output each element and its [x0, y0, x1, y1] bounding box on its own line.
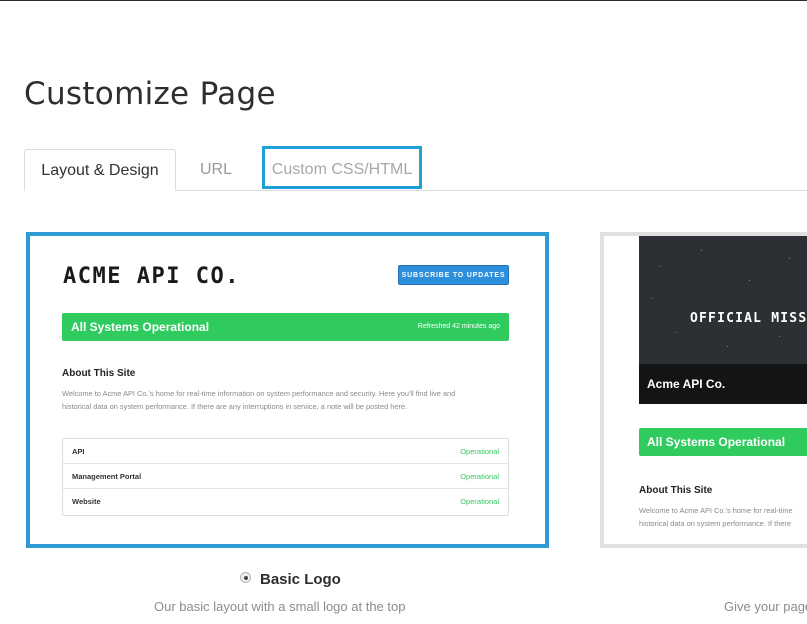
preview-about-text: Welcome to Acme API Co.'s home for real-… [639, 504, 807, 530]
tab-custom-css-html[interactable]: Custom CSS/HTML [262, 146, 422, 189]
preview-hero-band: Acme API Co. [639, 364, 807, 404]
preview-about-line: historical data on system performance. I… [639, 519, 791, 528]
preview-status-bar: All Systems Operational [639, 428, 807, 456]
preview-refreshed-text: Refreshed 42 minutes ago [417, 323, 500, 330]
preview-subscribe-button: SUBSCRIBE TO UPDATES [398, 265, 509, 285]
component-status: Operational [460, 472, 499, 481]
window-top-border [0, 0, 807, 1]
component-status: Operational [460, 497, 499, 506]
preview-hero-title: OFFICIAL MISSION [690, 311, 807, 326]
tab-layout-design[interactable]: Layout & Design [24, 149, 176, 191]
preview-component-list: API Operational Management Portal Operat… [62, 438, 509, 516]
preview-about-line: historical data on system performance. I… [62, 402, 408, 411]
preview-about-text: Welcome to Acme API Co.'s home for real-… [62, 387, 512, 413]
preview-status-bar: All Systems Operational Refreshed 42 min… [62, 313, 509, 341]
template-preview-basic-logo[interactable]: ACME API CO. SUBSCRIBE TO UPDATES All Sy… [26, 232, 549, 548]
preview-about-line: Welcome to Acme API Co.'s home for real-… [62, 389, 456, 398]
preview-component-row: Management Portal Operational [63, 464, 508, 489]
preview-company-name: Acme API Co. [647, 377, 726, 391]
preview-about-title: About This Site [639, 485, 713, 496]
preview-status-text: All Systems Operational [71, 320, 210, 334]
template-preview-hero[interactable]: OFFICIAL MISSION Acme API Co. All System… [600, 232, 807, 548]
component-name: Website [72, 497, 101, 506]
component-status: Operational [460, 447, 499, 456]
component-name: Management Portal [72, 472, 142, 481]
template-description-basic-logo: Our basic layout with a small logo at th… [154, 599, 406, 614]
preview-about-title: About This Site [62, 368, 136, 379]
page-title: Customize Page [24, 76, 276, 112]
component-name: API [72, 447, 85, 456]
preview-component-row: API Operational [63, 439, 508, 464]
preview-component-row: Website Operational [63, 489, 508, 514]
basic-logo-radio[interactable] [240, 572, 251, 583]
tab-url[interactable]: URL [186, 149, 246, 190]
template-description-hero: Give your page [724, 599, 807, 614]
preview-hero-image: OFFICIAL MISSION Acme API Co. [639, 236, 807, 404]
template-label-basic-logo[interactable]: Basic Logo [260, 571, 341, 588]
preview-logo: ACME API CO. [63, 264, 240, 289]
preview-status-text: All Systems Operational [647, 435, 786, 449]
preview-about-line: Welcome to Acme API Co.'s home for real-… [639, 506, 793, 515]
